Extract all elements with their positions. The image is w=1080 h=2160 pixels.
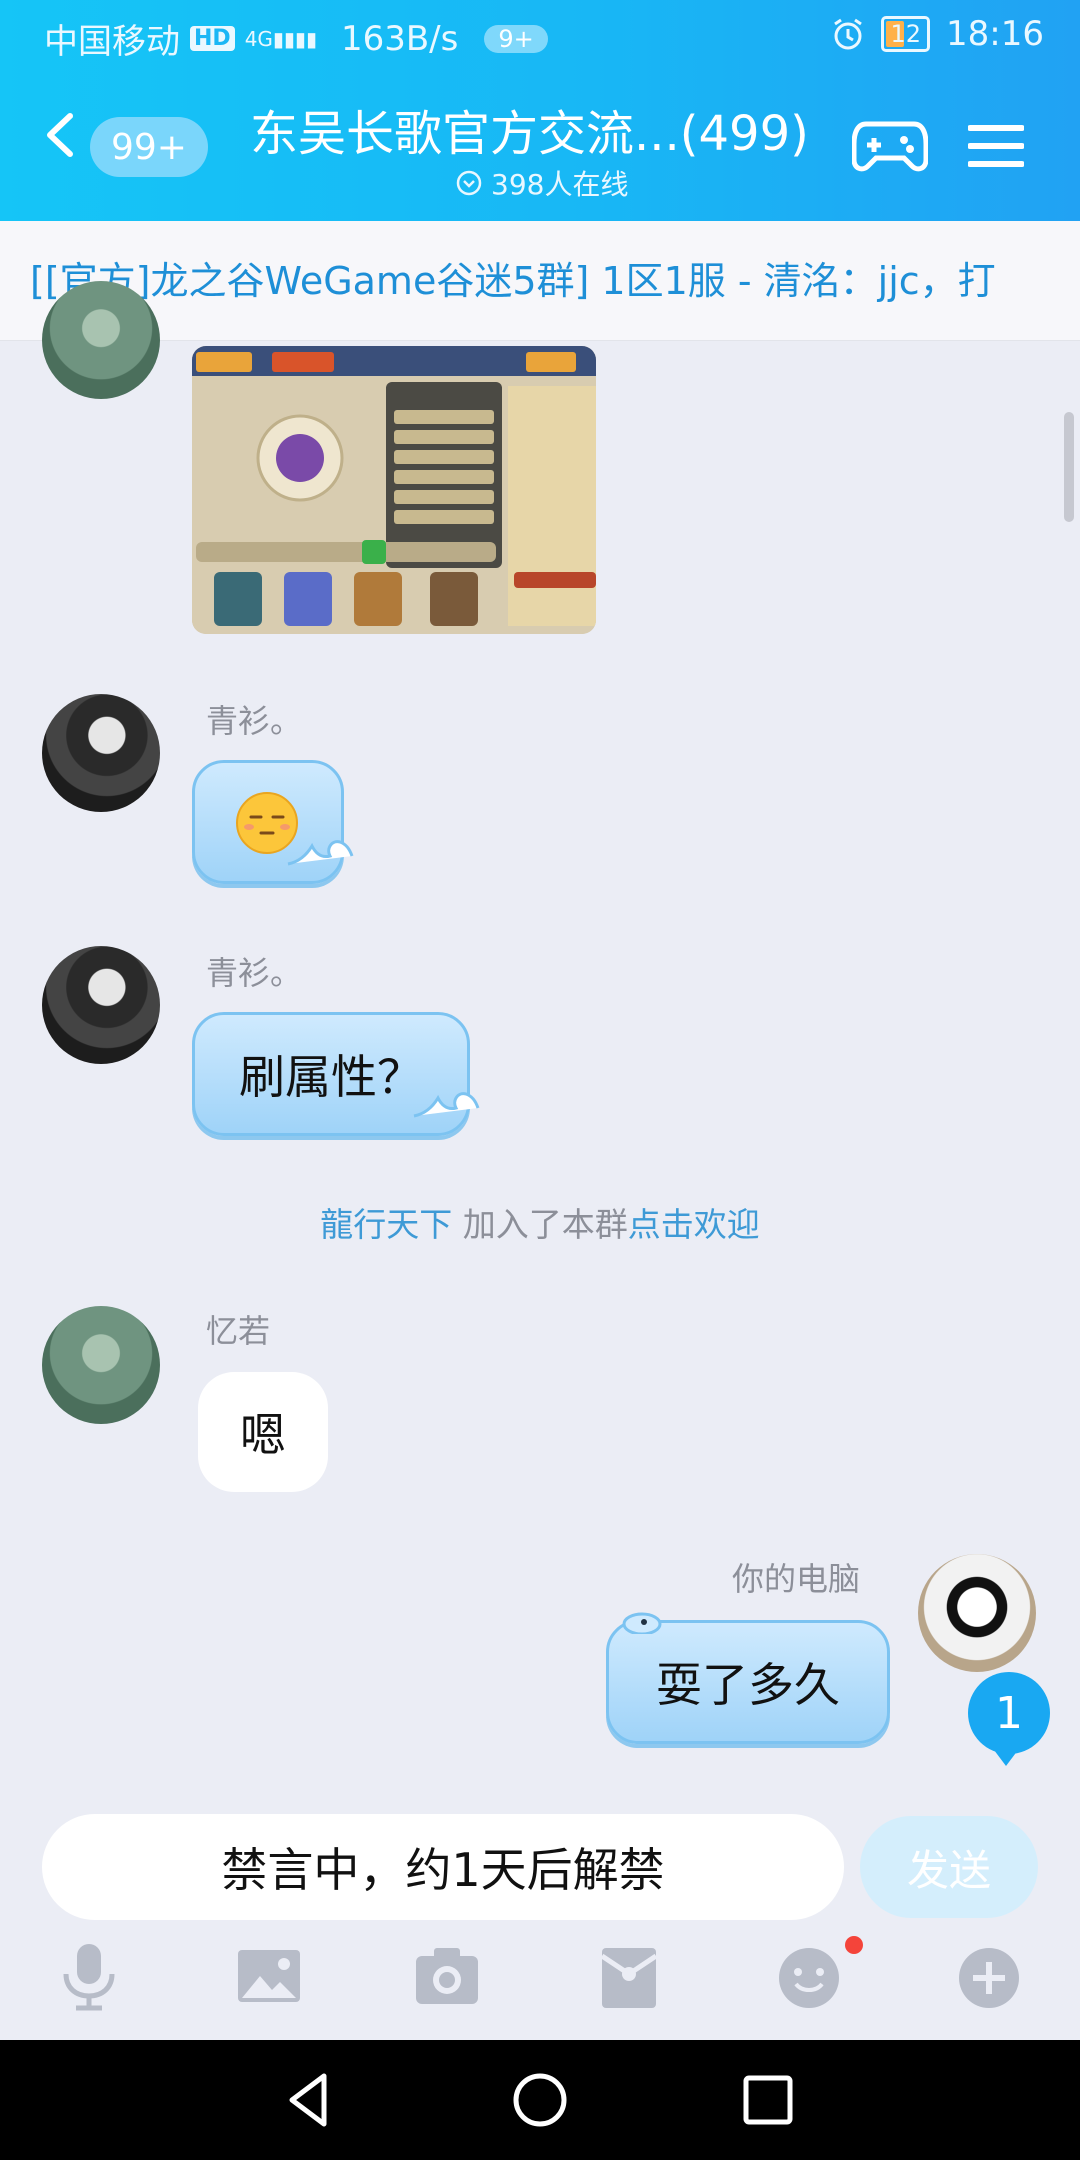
avatar[interactable]	[42, 946, 160, 1064]
scrollbar[interactable]	[1064, 412, 1074, 522]
new-message-badge[interactable]: 1	[968, 1672, 1050, 1766]
group-title[interactable]: 东吴长歌官方交流...(499)	[250, 94, 809, 164]
signal-icon: 4G▮▮▮▮	[244, 26, 317, 51]
shared-image[interactable]	[192, 346, 596, 634]
carrier: 中国移动	[44, 22, 180, 62]
game-screenshot	[192, 346, 596, 634]
status-bar-right: 12 18:16	[831, 14, 1044, 54]
emoji-icon[interactable]	[776, 1940, 842, 2012]
red-packet-icon[interactable]	[596, 1940, 662, 2012]
status-bar-left: 中国移动 HD 4G▮▮▮▮ 163B/s 9+	[44, 14, 548, 63]
wave-decoration-icon	[287, 840, 354, 866]
sender-name: 你的电脑	[732, 1560, 861, 1598]
nav-recents-icon[interactable]	[738, 2070, 798, 2130]
plus-icon[interactable]	[956, 1940, 1022, 2012]
send-button[interactable]: 发送	[860, 1816, 1038, 1918]
gamepad-icon[interactable]	[852, 116, 928, 176]
avatar[interactable]	[42, 694, 160, 812]
menu-icon[interactable]	[968, 122, 1024, 170]
avatar[interactable]	[42, 281, 160, 399]
sender-name: 忆若	[206, 1312, 271, 1350]
clock: 18:16	[946, 14, 1044, 54]
chevron-down-circle-icon	[456, 170, 482, 196]
join-text: 加入了本群	[452, 1205, 628, 1244]
battery-icon: 12	[881, 16, 931, 52]
avatar[interactable]	[42, 1306, 160, 1424]
sender-name: 青衫。	[206, 954, 303, 992]
unread-count-badge[interactable]: 99+	[90, 117, 208, 177]
online-label: 398人在线	[491, 168, 629, 201]
chat-header: 中国移动 HD 4G▮▮▮▮ 163B/s 9+ 12 18:16 99+ 东吴…	[0, 0, 1080, 221]
avatar[interactable]	[918, 1554, 1036, 1672]
camera-icon[interactable]	[414, 1940, 480, 2012]
wave-decoration-icon	[413, 1092, 480, 1118]
hd-badge: HD	[190, 26, 235, 51]
system-nav-bar	[0, 2040, 1080, 2160]
message-bubble[interactable]: 耍了多久	[606, 1620, 890, 1744]
notification-dot	[845, 1936, 863, 1954]
toolbar	[0, 1940, 1080, 2030]
network-speed: 163B/s	[340, 18, 459, 59]
message-input[interactable]: 禁言中，约1天后解禁	[42, 1814, 844, 1920]
welcome-link[interactable]: 点击欢迎	[628, 1205, 760, 1244]
nav-home-icon[interactable]	[510, 2070, 570, 2130]
alarm-icon	[834, 18, 863, 50]
joined-user-link[interactable]: 龍行天下	[320, 1205, 452, 1244]
nav-back-icon[interactable]	[280, 2070, 340, 2130]
microphone-icon[interactable]	[56, 1940, 122, 2012]
message-bubble[interactable]: 嗯	[198, 1372, 328, 1492]
back-arrow-icon[interactable]	[44, 112, 74, 158]
whale-decoration-icon	[622, 1612, 662, 1634]
online-count[interactable]: 398人在线	[455, 163, 628, 203]
input-bar: 禁言中，约1天后解禁 发送	[0, 1790, 1080, 2040]
notification-count: 9+	[484, 24, 548, 53]
announcement-marquee[interactable]: [[官方]龙之谷WeGame谷迷5群] 1区1服 - 清洺：jjc，打	[0, 221, 1080, 341]
sender-name: 青衫。	[206, 702, 303, 740]
system-join-message: 龍行天下 加入了本群点击欢迎	[0, 1198, 1080, 1246]
image-icon[interactable]	[236, 1940, 302, 2012]
